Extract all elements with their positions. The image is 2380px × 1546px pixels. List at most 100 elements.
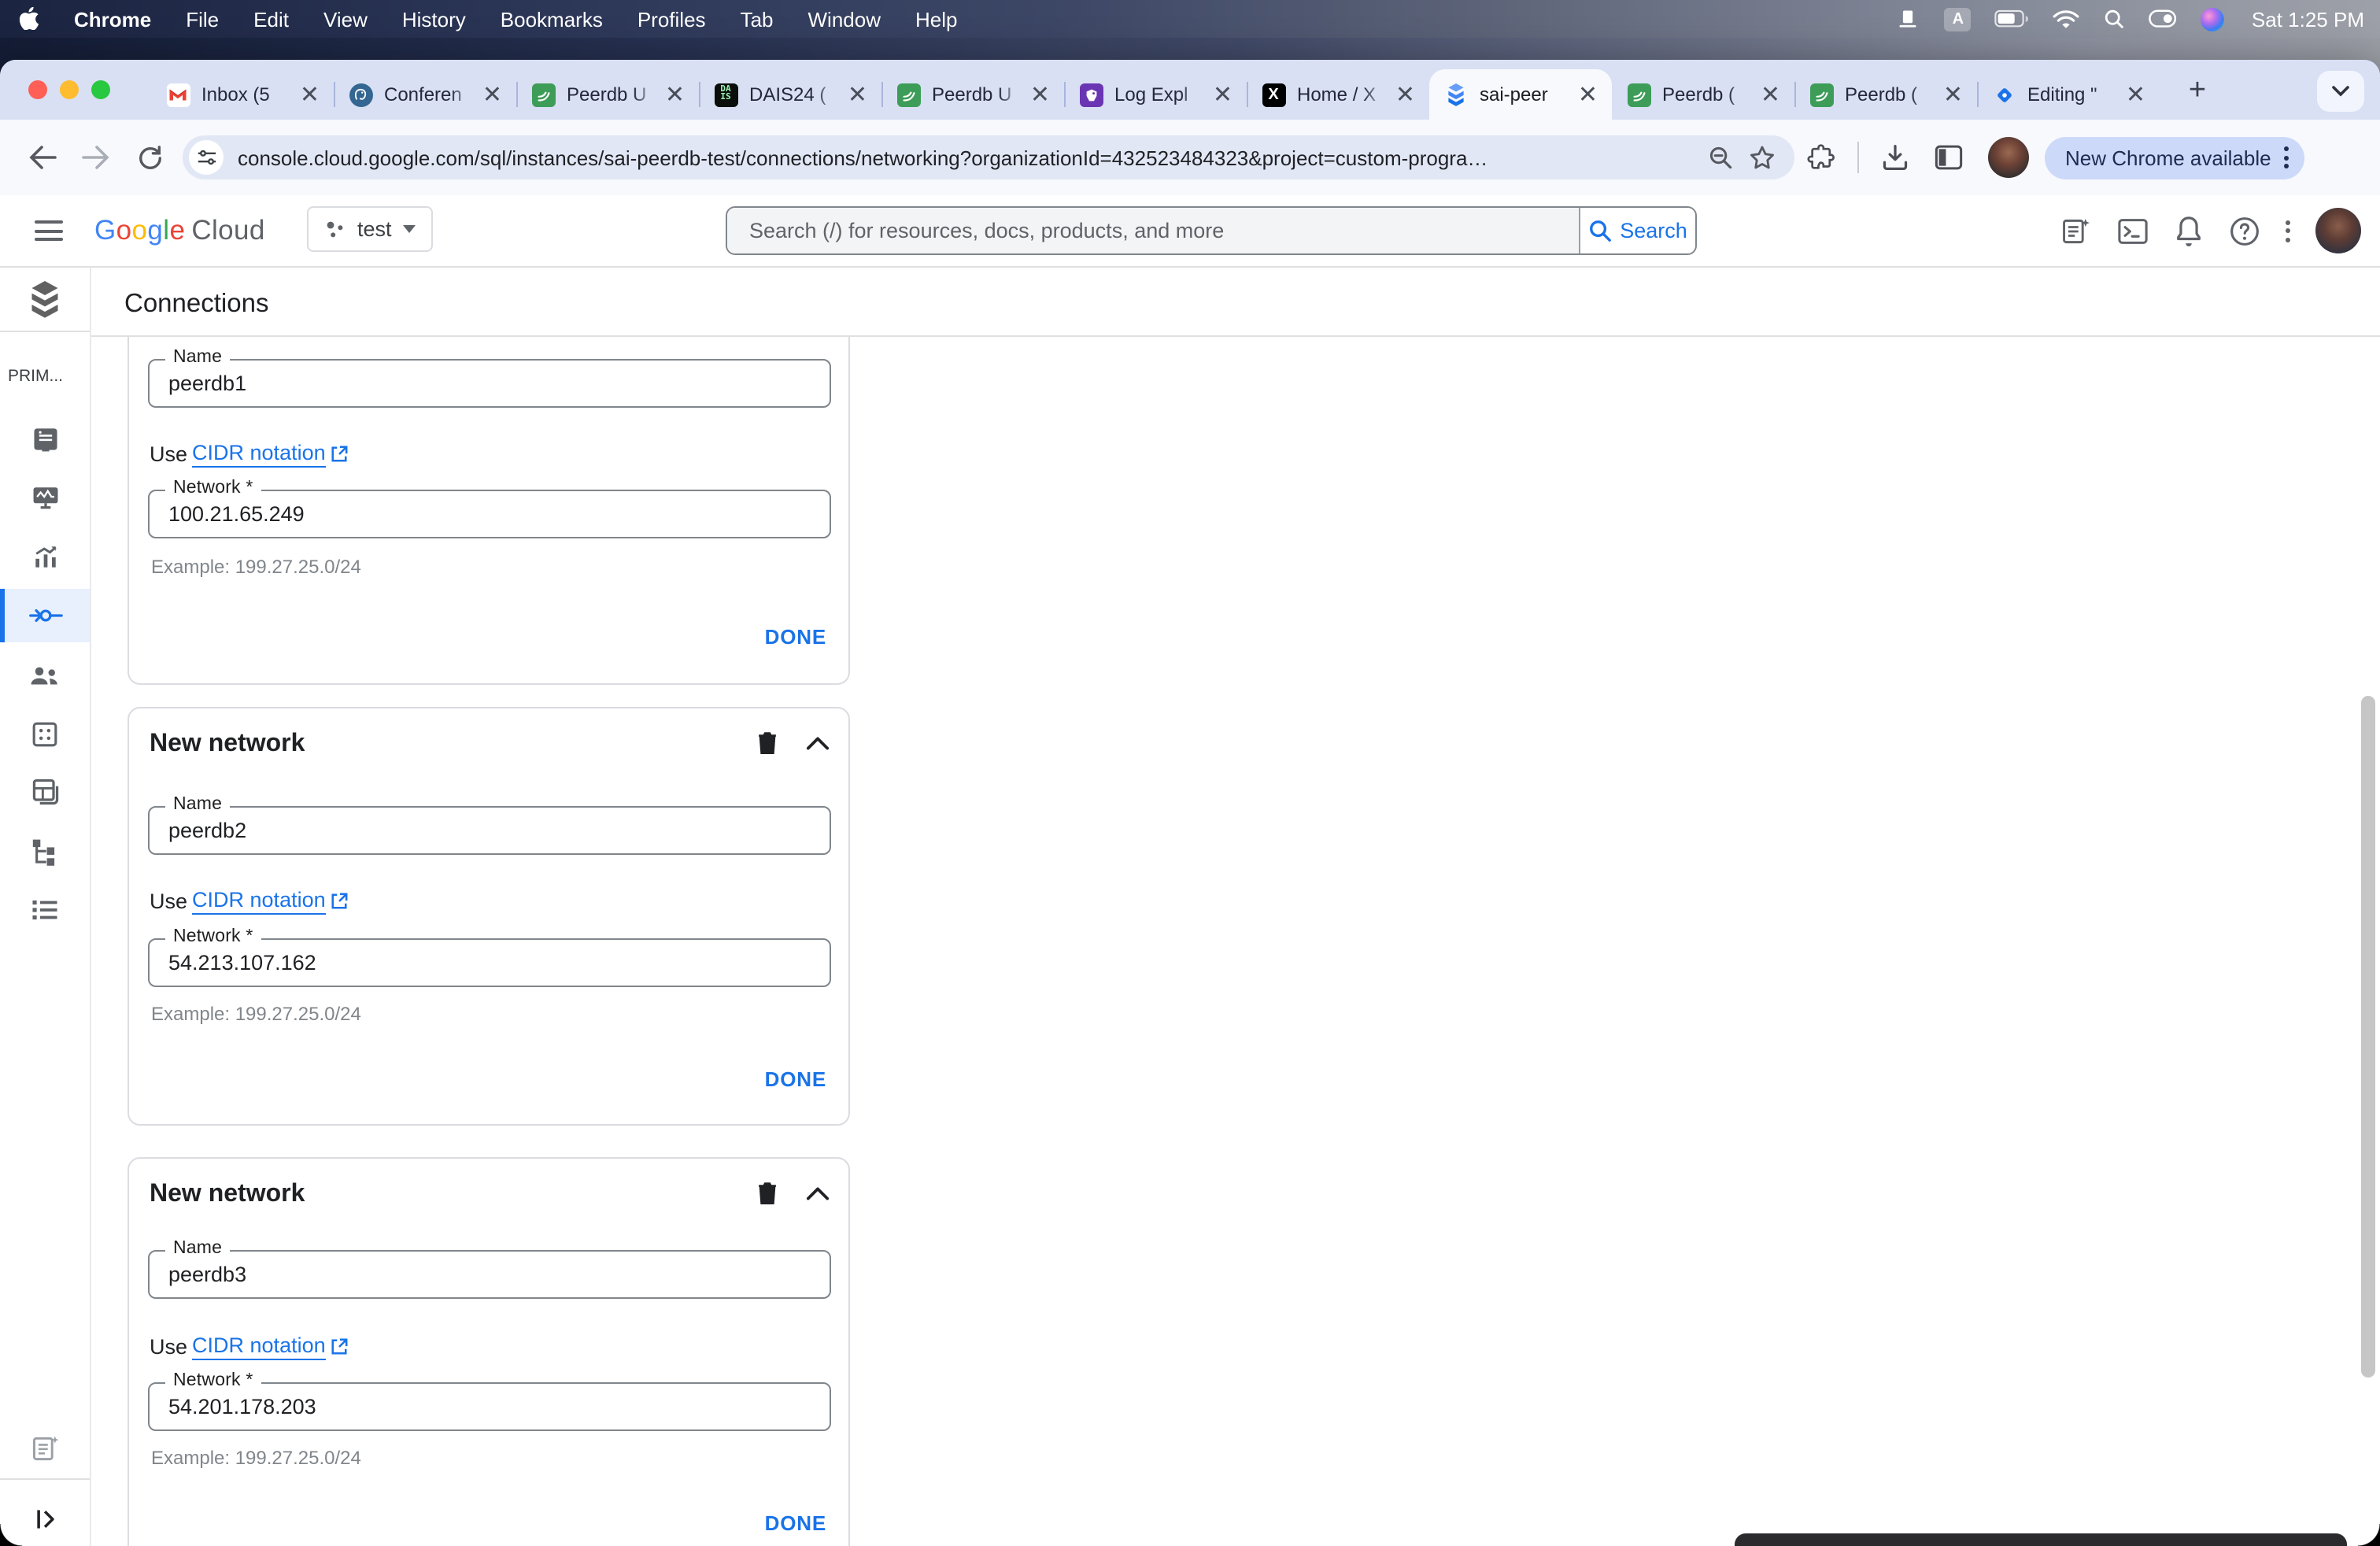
- side-panel-button[interactable]: [1922, 131, 1975, 184]
- cidr-notation-link[interactable]: CIDR notation: [192, 888, 326, 915]
- tab-gmail-inbox[interactable]: Inbox (5 ✕: [151, 69, 334, 120]
- sidebar-item-overview[interactable]: [0, 416, 90, 463]
- tab-close-icon[interactable]: ✕: [1761, 83, 1780, 106]
- tab-cloud-sql-active[interactable]: sai-peer ✕: [1429, 69, 1612, 120]
- tab-peerdb-4[interactable]: Peerdb ( ✕: [1794, 69, 1977, 120]
- tab-close-icon[interactable]: ✕: [2126, 83, 2145, 106]
- url-text[interactable]: console.cloud.google.com/sql/instances/s…: [238, 146, 1488, 169]
- tab-close-icon[interactable]: ✕: [848, 83, 867, 106]
- tab-peerdb-2[interactable]: Peerdb U ✕: [881, 69, 1064, 120]
- tab-peerdb-3[interactable]: Peerdb ( ✕: [1612, 69, 1794, 120]
- back-button[interactable]: [16, 131, 69, 184]
- name-field[interactable]: Name peerdb1: [148, 348, 831, 408]
- gcp-account-avatar[interactable]: [2315, 208, 2361, 253]
- tab-editing[interactable]: Editing " ✕: [1977, 69, 2160, 120]
- network-field[interactable]: Network * 54.201.178.203: [148, 1371, 831, 1431]
- forward-button[interactable]: [69, 131, 123, 184]
- tab-close-icon[interactable]: ✕: [1030, 83, 1050, 106]
- battery-icon[interactable]: [1995, 9, 2030, 28]
- menu-edit[interactable]: Edit: [236, 7, 306, 31]
- menu-window[interactable]: Window: [791, 7, 899, 31]
- tab-close-icon[interactable]: ✕: [1578, 83, 1598, 106]
- vertical-scrollbar[interactable]: [2361, 696, 2375, 1378]
- bookmark-star-icon[interactable]: [1749, 145, 1776, 170]
- tab-close-icon[interactable]: ✕: [482, 83, 502, 106]
- tab-dais24[interactable]: DA IS DAIS24 ( ✕: [699, 69, 881, 120]
- help-icon[interactable]: [2229, 215, 2260, 246]
- browser-profile-avatar[interactable]: [1988, 137, 2029, 178]
- notifications-bell-icon[interactable]: [2174, 214, 2204, 247]
- zoom-icon[interactable]: [1708, 145, 1733, 170]
- minimize-window-button[interactable]: [60, 80, 79, 99]
- more-vert-icon[interactable]: [2283, 146, 2289, 168]
- tab-close-icon[interactable]: ✕: [1943, 83, 1963, 106]
- card-title: New network: [150, 1181, 305, 1208]
- project-selector[interactable]: test: [307, 206, 433, 252]
- tab-close-icon[interactable]: ✕: [1395, 83, 1415, 106]
- collapse-card-button[interactable]: [806, 730, 830, 759]
- siri-icon[interactable]: [2201, 7, 2225, 31]
- delete-network-button[interactable]: [756, 729, 779, 764]
- menu-bookmarks[interactable]: Bookmarks: [483, 7, 620, 31]
- address-bar[interactable]: console.cloud.google.com/sql/instances/s…: [183, 135, 1794, 179]
- spotlight-icon[interactable]: [2104, 8, 2126, 30]
- sidebar-item-monitoring[interactable]: [0, 474, 90, 521]
- sidebar-item-backups[interactable]: [0, 768, 90, 816]
- tab-conference[interactable]: Conferen ✕: [334, 69, 516, 120]
- navigation-menu-icon[interactable]: [35, 220, 63, 241]
- tab-peerdb-1[interactable]: Peerdb U ✕: [516, 69, 699, 120]
- network-field[interactable]: Network * 54.213.107.162: [148, 927, 831, 987]
- wifi-icon[interactable]: [2053, 9, 2080, 29]
- cidr-notation-link[interactable]: CIDR notation: [192, 441, 326, 468]
- menu-history[interactable]: History: [385, 7, 483, 31]
- done-button[interactable]: DONE: [765, 1511, 826, 1535]
- menu-profiles[interactable]: Profiles: [620, 7, 723, 31]
- gcp-more-vert-icon[interactable]: [2286, 220, 2290, 242]
- menu-chrome[interactable]: Chrome: [57, 7, 168, 31]
- sidebar-item-replicas[interactable]: [0, 828, 90, 875]
- reload-button[interactable]: [123, 131, 176, 184]
- extensions-icon[interactable]: [1794, 131, 1848, 184]
- google-cloud-logo[interactable]: Google Cloud: [94, 214, 265, 247]
- menu-clock[interactable]: Sat 1:25 PM: [2252, 7, 2364, 31]
- input-source-icon[interactable]: A: [1944, 7, 1972, 31]
- new-tab-button[interactable]: +: [2175, 69, 2219, 113]
- fullscreen-window-button[interactable]: [91, 80, 110, 99]
- tab-log-explorer[interactable]: Log Expl ✕: [1064, 69, 1247, 120]
- sidebar-item-operations[interactable]: [0, 886, 90, 934]
- tab-x-home[interactable]: X Home / X ✕: [1247, 69, 1429, 120]
- display-icon[interactable]: [1896, 8, 1921, 30]
- sidebar-item-users[interactable]: [0, 652, 90, 699]
- apple-menu[interactable]: [0, 4, 57, 34]
- sidebar-item-databases[interactable]: [0, 710, 90, 757]
- name-field[interactable]: Name peerdb3: [148, 1239, 831, 1299]
- sidebar-item-connections-selected[interactable]: [0, 589, 90, 642]
- tab-search-chevron-button[interactable]: [2317, 71, 2364, 112]
- menu-view[interactable]: View: [306, 7, 385, 31]
- menu-tab[interactable]: Tab: [723, 7, 791, 31]
- search-input[interactable]: Search (/) for resources, docs, products…: [727, 208, 1580, 253]
- release-notes-icon[interactable]: [2060, 215, 2092, 246]
- tab-close-icon[interactable]: ✕: [665, 83, 685, 106]
- done-button[interactable]: DONE: [765, 625, 826, 649]
- name-field[interactable]: Name peerdb2: [148, 795, 831, 855]
- menu-help[interactable]: Help: [898, 7, 975, 31]
- site-settings-icon[interactable]: [189, 140, 224, 175]
- cidr-notation-link[interactable]: CIDR notation: [192, 1333, 326, 1360]
- menu-file[interactable]: File: [168, 7, 236, 31]
- control-center-icon[interactable]: [2149, 9, 2178, 28]
- search-button[interactable]: Search: [1580, 208, 1695, 253]
- downloads-button[interactable]: [1868, 131, 1922, 184]
- apple-logo-icon: [19, 6, 39, 30]
- sidebar-release-notes[interactable]: [0, 1425, 90, 1472]
- done-button[interactable]: DONE: [765, 1067, 826, 1091]
- tab-close-icon[interactable]: ✕: [1213, 83, 1232, 106]
- tab-close-icon[interactable]: ✕: [300, 83, 320, 106]
- cloud-shell-icon[interactable]: [2117, 216, 2149, 245]
- close-window-button[interactable]: [28, 80, 47, 99]
- sidebar-item-insights[interactable]: [0, 534, 90, 581]
- network-field[interactable]: Network * 100.21.65.249: [148, 479, 831, 538]
- delete-network-button[interactable]: [756, 1179, 779, 1214]
- collapse-card-button[interactable]: [806, 1181, 830, 1209]
- chrome-update-pill[interactable]: New Chrome available: [2045, 136, 2304, 179]
